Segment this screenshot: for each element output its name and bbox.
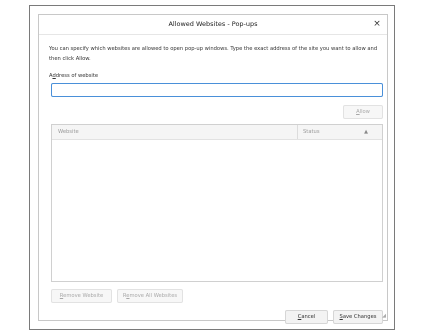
cancel-button[interactable]: Cancel	[285, 310, 328, 324]
column-header-status[interactable]: Status	[303, 129, 320, 135]
address-label-part-2: dress of website	[55, 73, 99, 79]
save-label: ave Changes	[342, 314, 377, 320]
allow-button[interactable]: Allow	[343, 105, 383, 119]
cancel-label: ancel	[301, 314, 316, 320]
dialog-titlebar: Allowed Websites - Pop-ups ×	[39, 15, 387, 35]
remove-all-websites-button[interactable]: Remove All Websites	[117, 289, 183, 303]
close-icon[interactable]: ×	[371, 18, 383, 30]
save-changes-button[interactable]: Save Changes	[333, 310, 383, 324]
dialog-description: You can specify which websites are allow…	[49, 46, 378, 62]
column-divider[interactable]	[297, 125, 298, 139]
table-header: Website Status ▲	[52, 125, 382, 140]
remove-all-label: move All Websites	[129, 293, 178, 299]
sort-ascending-icon[interactable]: ▲	[364, 129, 368, 135]
resize-grip-icon[interactable]: ◢	[380, 313, 386, 319]
remove-label: emove Website	[63, 293, 104, 299]
allow-label: llow	[359, 109, 370, 115]
address-label: Address of website	[49, 73, 98, 79]
remove-website-button[interactable]: Remove Website	[51, 289, 112, 303]
column-header-website[interactable]: Website	[58, 129, 79, 135]
dialog-title: Allowed Websites - Pop-ups	[168, 20, 258, 28]
address-input[interactable]	[51, 83, 383, 97]
allowed-websites-dialog: Allowed Websites - Pop-ups × You can spe…	[38, 14, 388, 324]
websites-table[interactable]: Website Status ▲	[51, 124, 383, 282]
